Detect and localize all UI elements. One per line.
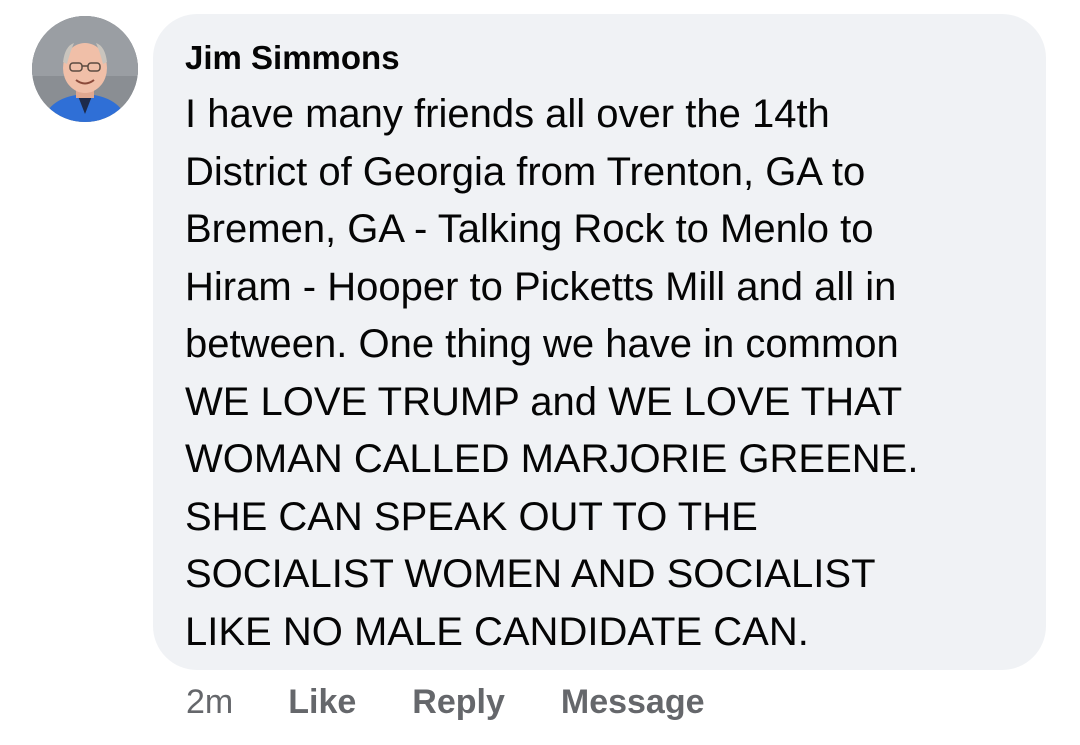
message-button[interactable]: Message bbox=[561, 683, 705, 722]
like-button[interactable]: Like bbox=[288, 683, 356, 722]
comment-actions: 2m Like Reply Message bbox=[186, 680, 761, 724]
comment-bubble: Jim Simmons I have many friends all over… bbox=[153, 14, 1046, 670]
reply-button[interactable]: Reply bbox=[412, 683, 505, 722]
comment-text: I have many friends all over the 14th Di… bbox=[185, 92, 919, 654]
comment-author[interactable]: Jim Simmons bbox=[185, 38, 1016, 78]
profile-photo-icon bbox=[32, 16, 138, 122]
comment-timestamp[interactable]: 2m bbox=[186, 683, 233, 722]
avatar[interactable] bbox=[32, 16, 138, 122]
